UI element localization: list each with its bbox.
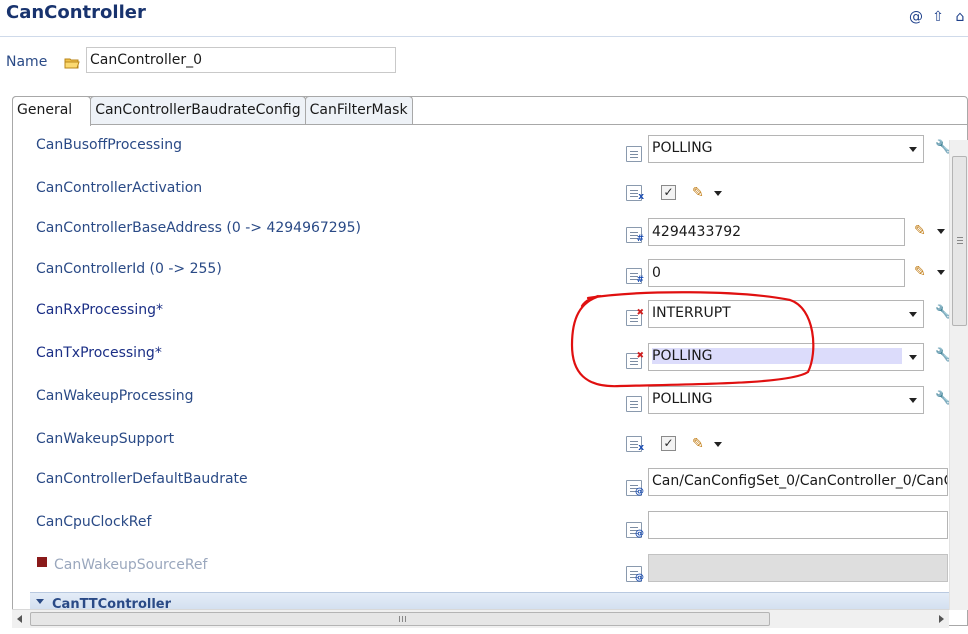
chevron-down-icon[interactable] (714, 191, 722, 196)
busoff-select[interactable]: POLLING (648, 135, 924, 163)
tx-processing-select[interactable]: POLLING (648, 343, 924, 371)
default-baudrate-label: CanControllerDefaultBaudrate (36, 471, 248, 487)
cpu-clock-ref-label: CanCpuClockRef (36, 514, 152, 530)
chevron-down-icon (909, 398, 917, 403)
title-toolbar: @ ⇧ ⌂ (908, 8, 968, 26)
wrench-icon[interactable]: 🔧 (935, 141, 951, 155)
reference-icon: @ (626, 480, 644, 497)
chevron-down-icon[interactable] (714, 442, 722, 447)
activation-checkbox[interactable]: ✓ (661, 185, 676, 200)
tab-divider (12, 124, 968, 125)
chevron-down-icon[interactable] (937, 229, 945, 234)
scrollbar-thumb[interactable] (30, 612, 770, 626)
wrench-icon[interactable]: 🔧 (935, 392, 951, 406)
scrollbar-thumb[interactable] (952, 156, 967, 326)
tab-filter-mask[interactable]: CanFilterMask (304, 96, 413, 125)
parameter-doc-icon: # (626, 227, 644, 244)
chevron-down-icon (909, 147, 917, 152)
tab-bar: General CanControllerBaudrateConfig CanF… (12, 96, 413, 126)
reference-icon: @ (626, 522, 644, 539)
wakeup-source-ref-label: CanWakeupSourceRef (54, 557, 208, 573)
base-address-label: CanControllerBaseAddress (0 -> 429496729… (36, 220, 361, 236)
section-header[interactable]: CanTTController (30, 592, 949, 609)
busoff-label: CanBusoffProcessing (36, 137, 182, 153)
rx-processing-label: CanRxProcessing* (36, 302, 163, 318)
rx-processing-value: INTERRUPT (652, 305, 731, 321)
chevron-down-icon (36, 599, 44, 604)
up-arrow-icon[interactable]: ⇧ (930, 8, 946, 26)
chevron-down-icon (909, 312, 917, 317)
parameter-doc-icon: x (626, 185, 644, 202)
wakeup-processing-select[interactable]: POLLING (648, 386, 924, 414)
rx-processing-select[interactable]: INTERRUPT (648, 300, 924, 328)
required-doc-icon: ✖ (626, 309, 644, 326)
busoff-value: POLLING (652, 140, 713, 156)
reference-icon: @ (626, 566, 644, 583)
home-icon[interactable]: ⌂ (952, 8, 968, 26)
required-doc-icon: ✖ (626, 352, 644, 369)
page-title: CanController (6, 2, 146, 23)
parameter-doc-icon (626, 146, 642, 162)
base-address-input[interactable] (648, 218, 905, 246)
title-divider (0, 36, 968, 37)
wrench-icon[interactable]: 🔧 (935, 349, 951, 363)
parameter-doc-icon (626, 396, 642, 412)
controller-id-label: CanControllerId (0 -> 255) (36, 261, 222, 277)
wakeup-support-checkbox[interactable]: ✓ (661, 436, 676, 451)
tx-processing-label: CanTxProcessing* (36, 345, 162, 361)
chevron-down-icon (909, 355, 917, 360)
parameter-doc-icon: # (626, 268, 644, 285)
activation-label: CanControllerActivation (36, 180, 203, 196)
disabled-marker-icon (37, 557, 47, 567)
controller-id-input[interactable] (648, 259, 905, 287)
horizontal-scrollbar[interactable] (12, 609, 949, 628)
wakeup-support-label: CanWakeupSupport (36, 431, 175, 447)
at-icon[interactable]: @ (908, 8, 924, 26)
vertical-scrollbar[interactable] (949, 140, 968, 610)
section-label: CanTTController (52, 597, 172, 609)
default-baudrate-ref[interactable]: Can/CanConfigSet_0/CanController_0/CanCo… (648, 468, 948, 496)
tab-general[interactable]: General (12, 96, 92, 126)
pencil-icon[interactable]: ✎ (914, 224, 928, 238)
name-input[interactable] (86, 47, 396, 73)
pencil-icon[interactable]: ✎ (914, 265, 928, 279)
folder-icon (64, 58, 80, 69)
cpu-clock-ref[interactable] (648, 511, 948, 539)
scroll-left-icon[interactable] (17, 615, 22, 623)
wakeup-source-ref (648, 554, 948, 582)
name-label: Name (6, 54, 48, 70)
chevron-down-icon[interactable] (937, 270, 945, 275)
wakeup-processing-value: POLLING (652, 391, 713, 407)
tx-processing-value: POLLING (652, 348, 902, 364)
wrench-icon[interactable]: 🔧 (935, 306, 951, 320)
scroll-right-icon[interactable] (939, 615, 944, 623)
pencil-icon[interactable]: ✎ (692, 186, 706, 200)
tab-baudrate-config[interactable]: CanControllerBaudrateConfig (90, 96, 306, 125)
pencil-icon[interactable]: ✎ (692, 437, 706, 451)
parameter-doc-icon: x (626, 436, 644, 453)
wakeup-processing-label: CanWakeupProcessing (36, 388, 194, 404)
